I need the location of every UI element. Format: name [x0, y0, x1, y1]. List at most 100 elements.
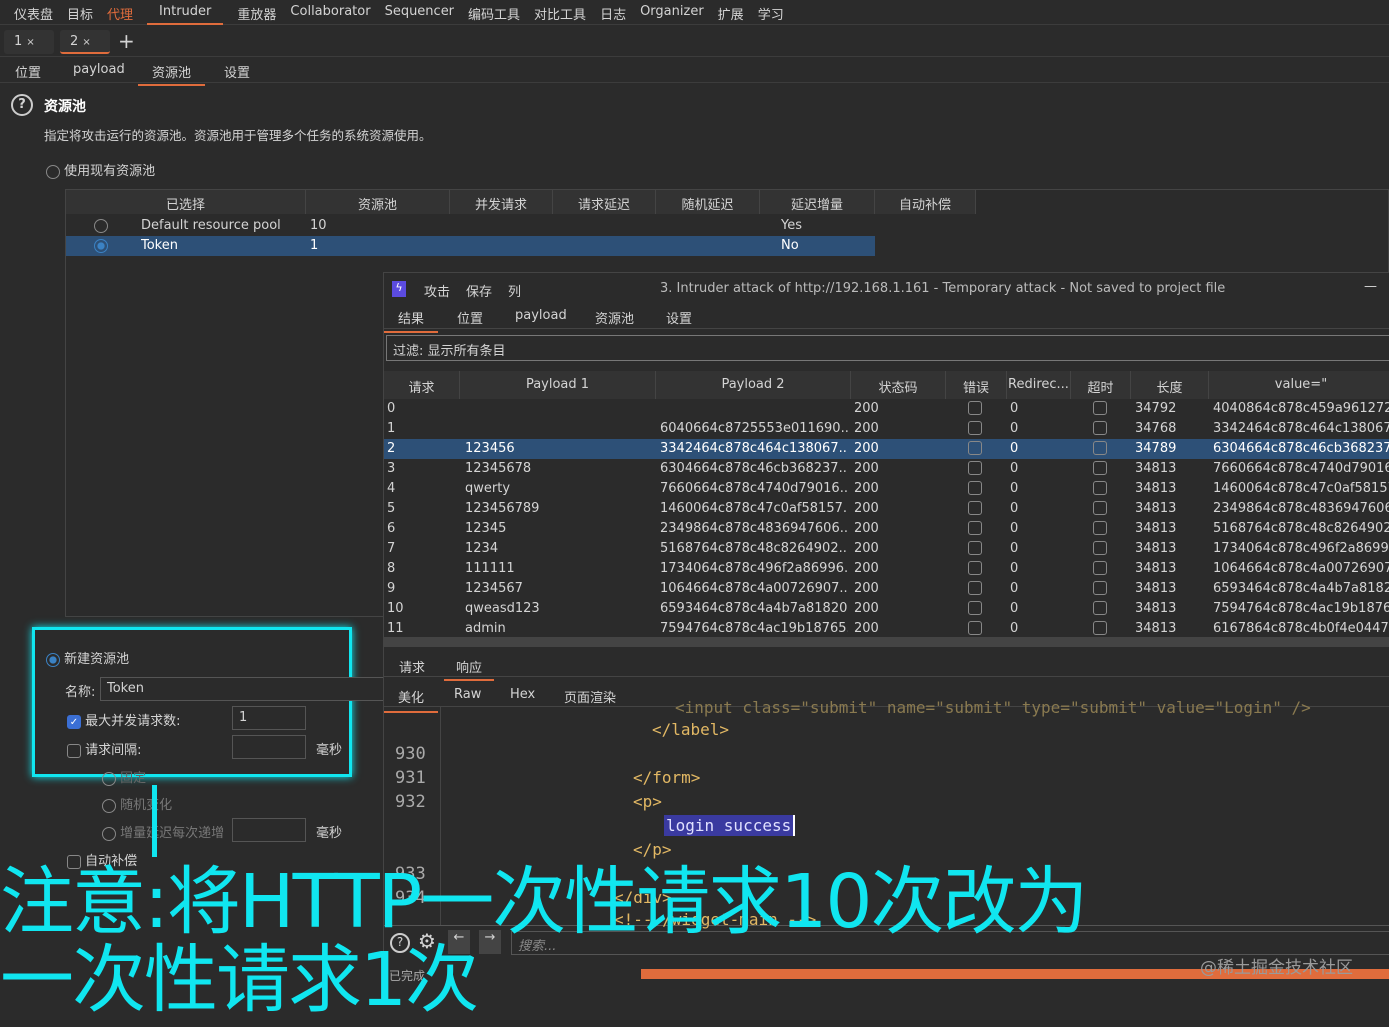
tab-1[interactable]: 1 × [4, 30, 54, 54]
error-checkbox[interactable] [968, 521, 982, 535]
horizontal-scrollbar[interactable] [384, 637, 1389, 647]
nav-item[interactable]: 目标 [67, 0, 93, 25]
timeout-checkbox[interactable] [1093, 601, 1107, 615]
timeout-checkbox[interactable] [1093, 441, 1107, 455]
column-header[interactable]: 超时 [1071, 371, 1131, 399]
nav-item[interactable]: Sequencer [385, 0, 454, 25]
tab-pretty[interactable]: 美化 [384, 687, 439, 713]
error-checkbox[interactable] [968, 461, 982, 475]
table-row[interactable]: 7 1234 5168764c878c48c8264902... 200 0 34813 1… [384, 539, 1389, 559]
error-checkbox[interactable] [968, 501, 982, 515]
column-header[interactable]: 长度 [1131, 371, 1209, 399]
increment-radio[interactable] [102, 826, 116, 841]
name-input[interactable]: Token [100, 677, 390, 701]
close-icon[interactable]: × [82, 37, 90, 48]
menu-attack[interactable]: 攻击 [424, 281, 450, 300]
column-header[interactable]: Payload 2 [656, 371, 851, 399]
nav-item[interactable]: Intruder [147, 0, 224, 25]
table-row[interactable]: 3 12345678 6304664c878c46cb368237... 200 0 34… [384, 459, 1389, 479]
minimize-button[interactable]: — [1364, 279, 1377, 294]
column-header[interactable]: 已选择 [66, 190, 306, 214]
error-checkbox[interactable] [968, 581, 982, 595]
table-row[interactable]: 8 111111 1734064c878c496f2a86996... 200 0 348… [384, 559, 1389, 579]
column-header[interactable]: 自动补偿 [875, 190, 976, 214]
tab-resource-pool[interactable]: 资源池 [595, 308, 634, 327]
timeout-checkbox[interactable] [1093, 481, 1107, 495]
random-radio[interactable] [102, 798, 116, 813]
tab-positions[interactable]: 位置 [457, 308, 483, 327]
nav-item[interactable]: 学习 [758, 0, 784, 25]
table-row[interactable]: Default resource pool 10 Yes [66, 216, 875, 236]
subtab-resource-pool[interactable]: 资源池 [138, 62, 206, 86]
column-header[interactable]: Redirec... [1007, 371, 1071, 399]
timeout-checkbox[interactable] [1093, 621, 1107, 635]
table-row[interactable]: 4 qwerty 7660664c878c4740d79016... 200 0 3481… [384, 479, 1389, 499]
filter-bar[interactable]: 过滤: 显示所有条目 [386, 335, 1389, 361]
add-tab-icon[interactable]: + [118, 29, 135, 53]
column-header[interactable]: 并发请求 [450, 190, 553, 214]
radio-icon[interactable] [46, 164, 60, 179]
nav-item[interactable]: 代理 [107, 0, 133, 25]
timeout-checkbox[interactable] [1093, 501, 1107, 515]
error-checkbox[interactable] [968, 441, 982, 455]
column-header[interactable]: 资源池 [306, 190, 450, 214]
table-row[interactable]: 9 1234567 1064664c878c4a00726907... 200 0 348… [384, 579, 1389, 599]
radio-icon[interactable] [46, 652, 60, 667]
error-checkbox[interactable] [968, 561, 982, 575]
close-icon[interactable]: × [26, 37, 34, 48]
tab-hex[interactable]: Hex [510, 687, 535, 702]
increment-input[interactable] [232, 818, 306, 842]
nav-item[interactable]: 日志 [600, 0, 626, 25]
max-concurrent-input[interactable]: 1 [232, 706, 306, 730]
subtab-settings[interactable]: 设置 [224, 62, 250, 81]
menu-save[interactable]: 保存 [466, 281, 492, 300]
table-row[interactable]: 10 qweasd123 6593464c878c4a4b7a81820... 200… [384, 599, 1389, 619]
nav-item[interactable]: 编码工具 [468, 0, 520, 25]
table-row[interactable]: 5 123456789 1460064c878c47c0af58157... 200 0… [384, 499, 1389, 519]
tab-settings[interactable]: 设置 [666, 308, 692, 327]
error-checkbox[interactable] [968, 601, 982, 615]
nav-item[interactable]: 扩展 [718, 0, 744, 25]
interval-checkbox[interactable] [67, 743, 81, 758]
table-row[interactable]: 2 123456 3342464c878c464c138067... 200 0 3478… [384, 439, 1389, 459]
nav-item[interactable]: Organizer [640, 0, 704, 25]
fixed-radio[interactable] [102, 771, 116, 786]
tab-results[interactable]: 结果 [384, 308, 439, 333]
tab-payload[interactable]: payload [515, 308, 567, 323]
menu-columns[interactable]: 列 [508, 281, 521, 300]
timeout-checkbox[interactable] [1093, 521, 1107, 535]
table-row[interactable]: 6 12345 2349864c878c4836947606... 200 0 34813… [384, 519, 1389, 539]
column-header[interactable]: 请求延迟 [553, 190, 656, 214]
timeout-checkbox[interactable] [1093, 541, 1107, 555]
timeout-checkbox[interactable] [1093, 581, 1107, 595]
max-concurrent-checkbox[interactable]: ✓ [67, 714, 81, 729]
tab-request[interactable]: 请求 [399, 657, 425, 676]
nav-item[interactable]: 对比工具 [534, 0, 586, 25]
column-header[interactable]: 状态码 [851, 371, 946, 399]
radio-icon[interactable] [94, 219, 108, 233]
tab-raw[interactable]: Raw [454, 687, 481, 702]
help-icon[interactable]: ? [11, 94, 33, 116]
table-row[interactable]: 1 6040664c8725553e011690... 200 0 34768 33424… [384, 419, 1389, 439]
tab-response[interactable]: 响应 [444, 657, 495, 681]
error-checkbox[interactable] [968, 541, 982, 555]
column-header[interactable]: 延迟增量 [760, 190, 875, 214]
error-checkbox[interactable] [968, 621, 982, 635]
timeout-checkbox[interactable] [1093, 421, 1107, 435]
timeout-checkbox[interactable] [1093, 561, 1107, 575]
table-row[interactable]: Token 1 No [66, 236, 875, 256]
radio-icon[interactable] [94, 239, 108, 253]
timeout-checkbox[interactable] [1093, 461, 1107, 475]
nav-item[interactable]: 重放器 [237, 0, 276, 25]
nav-item[interactable]: 仪表盘 [14, 0, 53, 25]
interval-input[interactable] [232, 735, 306, 759]
column-header[interactable]: Payload 1 [460, 371, 656, 399]
column-header[interactable]: value=" [1209, 371, 1389, 399]
nav-item[interactable]: Collaborator [290, 0, 370, 25]
error-checkbox[interactable] [968, 421, 982, 435]
use-existing-radio[interactable]: 使用现有资源池 [46, 160, 155, 179]
column-header[interactable]: 错误 [946, 371, 1007, 399]
error-checkbox[interactable] [968, 481, 982, 495]
error-checkbox[interactable] [968, 401, 982, 415]
timeout-checkbox[interactable] [1093, 401, 1107, 415]
